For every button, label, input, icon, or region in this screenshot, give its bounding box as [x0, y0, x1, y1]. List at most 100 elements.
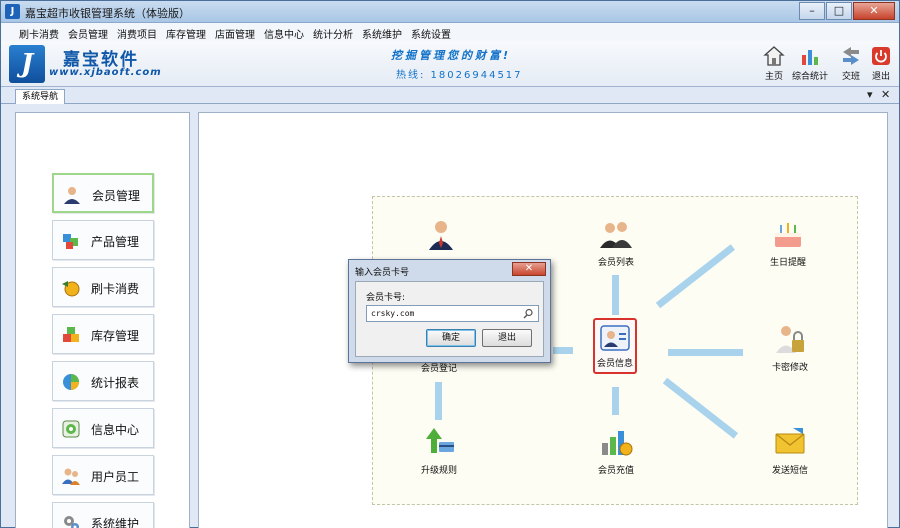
- birthday-cake-icon: [775, 223, 801, 247]
- nav-product-management[interactable]: 产品管理: [52, 220, 154, 260]
- close-button[interactable]: ✕: [853, 2, 895, 20]
- home-icon: [763, 46, 785, 66]
- nav-label: 用户员工: [91, 470, 140, 484]
- nav-label: 系统维护: [91, 517, 140, 528]
- bar-chart-icon: [802, 50, 818, 65]
- member-icon: [64, 187, 80, 204]
- menu-inventory[interactable]: 库存管理: [166, 26, 206, 41]
- navigation-panel: 会员管理 产品管理 刷卡消费 库存管理 统计报表 信息中心 用户员工 系统维护: [15, 112, 190, 528]
- node-send-sms[interactable]: 发送短信: [758, 425, 822, 476]
- arrow-right-to-info: [553, 347, 573, 354]
- hotline: 热线: 18026944517: [396, 70, 523, 81]
- nav-card-consume[interactable]: 刷卡消费: [52, 267, 154, 307]
- info-disc-icon: [62, 420, 80, 438]
- stats-label: 综合统计: [792, 72, 829, 82]
- nav-label: 统计报表: [91, 376, 140, 390]
- member-group-icon: [600, 222, 632, 248]
- logo-url: www.xjbaoft.com: [49, 67, 162, 78]
- card-number-value: crsky.com: [371, 309, 415, 318]
- menu-statistics[interactable]: 统计分析: [313, 26, 353, 41]
- menu-card-consume[interactable]: 刷卡消费: [19, 26, 59, 41]
- product-cubes-icon: [63, 234, 78, 249]
- app-icon: J: [5, 4, 20, 19]
- node-upgrade-rule[interactable]: 升级规则: [407, 425, 471, 476]
- member-card-icon: [600, 325, 630, 351]
- window-title: 嘉宝超市收银管理系统（体验版）: [25, 7, 190, 20]
- tab-close-icon[interactable]: ✕: [881, 88, 890, 101]
- node-member-register-avatar[interactable]: [409, 217, 473, 251]
- recharge-chart-icon: [602, 431, 633, 456]
- arrow-up-to-list: [612, 275, 619, 315]
- menu-settings[interactable]: 系统设置: [411, 26, 451, 41]
- arrow-to-sms: [662, 377, 739, 439]
- menu-bar: 刷卡消费 会员管理 消费项目 库存管理 店面管理 信息中心 统计分析 系统维护 …: [1, 23, 899, 41]
- upgrade-rule-label: 升级规则: [420, 466, 457, 476]
- node-member-info[interactable]: 会员信息: [583, 318, 647, 374]
- nav-label: 信息中心: [91, 423, 140, 437]
- users-icon: [62, 468, 80, 485]
- nav-info-center[interactable]: 信息中心: [52, 408, 154, 448]
- card-number-input[interactable]: crsky.com: [366, 305, 539, 322]
- node-member-list[interactable]: 会员列表: [584, 217, 648, 268]
- member-card-dialog: 输入会员卡号 ✕ 会员卡号: crsky.com 确定 退出: [348, 259, 551, 363]
- user-lock-icon: [776, 326, 804, 353]
- title-bar: J 嘉宝超市收银管理系统（体验版） – □ ✕: [1, 1, 899, 23]
- logo-icon: J: [9, 45, 45, 83]
- nav-label: 产品管理: [91, 235, 140, 249]
- banner: J 嘉宝软件 www.xjbaoft.com 挖掘管理您的财富! 热线: 180…: [1, 41, 899, 87]
- send-sms-label: 发送短信: [771, 466, 808, 476]
- tab-menu-icon[interactable]: ▾: [867, 88, 873, 101]
- nav-label: 会员管理: [92, 189, 141, 203]
- member-info-highlight: 会员信息: [593, 318, 637, 374]
- card-number-label: 会员卡号:: [366, 293, 406, 303]
- swap-arrows-icon: [843, 47, 859, 65]
- birthday-label: 生日提醒: [769, 258, 806, 268]
- card-swipe-icon: [62, 281, 80, 297]
- nav-label: 库存管理: [91, 329, 140, 343]
- tab-system-navigation[interactable]: 系统导航: [15, 89, 66, 104]
- nav-system-maintenance[interactable]: 系统维护: [52, 502, 154, 528]
- slogan: 挖掘管理您的财富!: [391, 49, 512, 62]
- pie-chart-icon: [63, 374, 79, 390]
- nav-member-management[interactable]: 会员管理: [52, 173, 154, 213]
- minimize-button[interactable]: –: [799, 2, 825, 20]
- exit-button[interactable]: 退出: [863, 45, 899, 85]
- recharge-label: 会员充值: [597, 466, 634, 476]
- businessman-icon: [429, 221, 453, 250]
- power-icon: [872, 47, 890, 65]
- nav-label: 刷卡消费: [91, 282, 140, 296]
- nav-user-staff[interactable]: 用户员工: [52, 455, 154, 495]
- home-button[interactable]: 主页: [756, 45, 792, 85]
- maximize-button[interactable]: □: [826, 2, 852, 20]
- exit-label: 退出: [871, 72, 890, 82]
- nav-inventory-management[interactable]: 库存管理: [52, 314, 154, 354]
- node-birthday-reminder[interactable]: 生日提醒: [756, 217, 820, 268]
- member-list-label: 会员列表: [597, 258, 634, 268]
- cancel-button[interactable]: 退出: [482, 329, 532, 347]
- upgrade-arrow-icon: [426, 428, 454, 453]
- dialog-title: 输入会员卡号: [355, 268, 410, 278]
- app-window: J 嘉宝超市收银管理系统（体验版） – □ ✕ 刷卡消费 会员管理 消费项目 库…: [0, 0, 900, 528]
- dialog-body: 会员卡号: crsky.com 确定 退出: [355, 281, 544, 357]
- window-controls: – □ ✕: [798, 2, 895, 20]
- search-icon[interactable]: [523, 308, 534, 319]
- ok-button[interactable]: 确定: [426, 329, 476, 347]
- card-password-label: 卡密修改: [771, 363, 808, 373]
- node-member-recharge[interactable]: 会员充值: [584, 425, 648, 476]
- member-info-label: 会员信息: [596, 359, 633, 369]
- envelope-icon: [775, 428, 805, 454]
- node-card-password[interactable]: 卡密修改: [758, 322, 822, 373]
- dialog-close-button[interactable]: ✕: [512, 262, 546, 276]
- menu-maintenance[interactable]: 系统维护: [362, 26, 402, 41]
- gears-icon: [64, 516, 79, 528]
- menu-info-center[interactable]: 信息中心: [264, 26, 304, 41]
- nav-statistics-report[interactable]: 统计报表: [52, 361, 154, 401]
- menu-consume-items[interactable]: 消费项目: [117, 26, 157, 41]
- tab-strip: 系统导航 ▾ ✕: [1, 87, 899, 104]
- stats-button[interactable]: 综合统计: [792, 45, 828, 85]
- menu-store[interactable]: 店面管理: [215, 26, 255, 41]
- menu-member-management[interactable]: 会员管理: [68, 26, 108, 41]
- arrow-down-to-recharge: [612, 387, 619, 415]
- arrow-to-birthday: [655, 244, 736, 309]
- home-label: 主页: [764, 72, 783, 82]
